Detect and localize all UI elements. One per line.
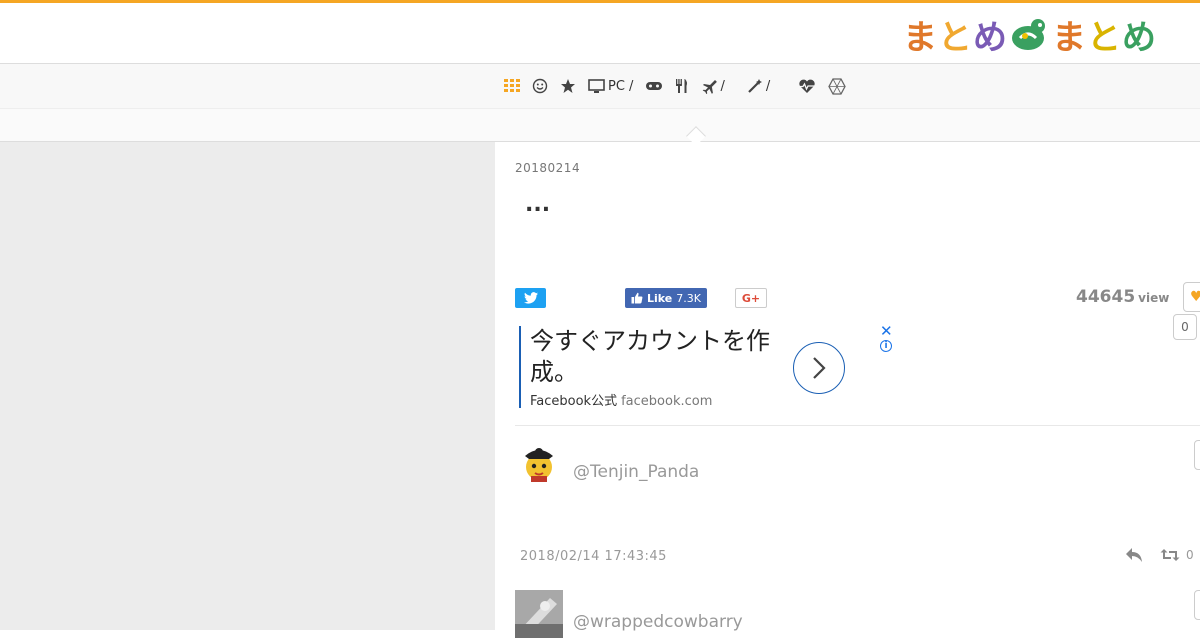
favorite-count: 0 xyxy=(1173,314,1197,340)
tweet-handle[interactable]: @Tenjin_Panda xyxy=(573,462,699,482)
category-nav: PC / / / xyxy=(0,64,1200,108)
category-pc[interactable]: PC / xyxy=(588,79,633,94)
left-sidebar xyxy=(0,142,495,630)
tweet-handle[interactable]: @wrappedcowbarry xyxy=(573,612,743,632)
category-other[interactable] xyxy=(828,77,846,95)
heart-icon: ♥ xyxy=(1190,289,1200,305)
article-title: ... xyxy=(525,192,551,217)
facebook-like-label: Like xyxy=(647,291,673,305)
facebook-like-button[interactable]: Like 7.3K xyxy=(625,288,707,308)
view-label: view xyxy=(1138,291,1170,305)
airplane-icon xyxy=(703,80,718,94)
logo-char: ま xyxy=(903,17,938,58)
ad-close-icon[interactable]: ✕ xyxy=(880,322,893,340)
logo-char: め xyxy=(1122,17,1157,58)
google-plus-label: G+ xyxy=(741,291,761,305)
mascot-icon xyxy=(1012,19,1045,50)
thumbs-up-icon xyxy=(631,292,643,304)
twitter-share-button[interactable] xyxy=(515,288,546,308)
retweet-icon xyxy=(1160,549,1180,561)
smiley-icon xyxy=(532,78,548,94)
facebook-ad[interactable]: 今すぐアカウントを作成。 Facebook公式 facebook.com xyxy=(519,326,899,409)
monitor-icon xyxy=(588,78,605,93)
logo-char: め xyxy=(973,17,1008,58)
fork-knife-icon xyxy=(676,79,688,93)
gamepad-icon xyxy=(646,82,663,90)
avatar[interactable] xyxy=(517,442,561,486)
hexagon-icon xyxy=(828,77,846,95)
twitter-icon xyxy=(523,292,538,304)
logo-char: ま xyxy=(1052,17,1087,58)
ad-arrow-button[interactable] xyxy=(793,342,845,394)
ad-source-name: Facebook公式 xyxy=(530,394,618,409)
category-label: PC / xyxy=(608,78,634,94)
ad-domain: facebook.com xyxy=(621,394,713,409)
category-life[interactable]: / xyxy=(747,78,770,94)
grid-icon xyxy=(504,79,520,92)
follow-button[interactable] xyxy=(1194,590,1200,620)
ad-source: Facebook公式 facebook.com xyxy=(530,390,899,409)
facebook-like-count: 7.3K xyxy=(676,291,701,305)
favorite-button[interactable]: ♥ xyxy=(1183,282,1200,312)
follow-button[interactable] xyxy=(1194,440,1200,470)
category-label: / xyxy=(720,78,725,94)
site-logo[interactable]: ま と め ま と め xyxy=(903,11,1157,58)
ad-headline: 今すぐアカウントを作成。 xyxy=(530,327,770,386)
category-label: / xyxy=(765,78,771,94)
view-count: 44645 xyxy=(1076,287,1136,307)
category-popular[interactable] xyxy=(560,78,576,94)
category-games[interactable] xyxy=(645,80,663,92)
sub-nav xyxy=(0,108,1200,142)
category-travel[interactable]: / xyxy=(701,78,725,94)
avatar[interactable] xyxy=(515,590,563,638)
tweet-date: 2018/02/14 17:43:45 xyxy=(520,549,667,564)
category-all[interactable] xyxy=(504,79,520,93)
retweet-count: 0 xyxy=(1186,548,1194,562)
article-content: 20180214 ... Like 7.3K G+ 44645 view ♥ 0 … xyxy=(495,142,1200,638)
chevron-right-icon xyxy=(813,357,826,379)
reply-icon[interactable] xyxy=(1125,547,1143,563)
avatar-image xyxy=(515,590,563,638)
heartbeat-icon xyxy=(799,79,816,93)
logo-char: と xyxy=(1087,17,1122,58)
magic-wand-icon xyxy=(748,79,762,93)
logo-char: と xyxy=(938,17,973,58)
category-entertainment[interactable] xyxy=(532,78,548,94)
category-food[interactable] xyxy=(675,78,689,94)
category-health[interactable] xyxy=(798,79,816,94)
ad-info-icon[interactable]: i xyxy=(880,340,892,352)
star-icon xyxy=(561,79,575,93)
retweet-button[interactable]: 0 xyxy=(1160,548,1194,562)
site-header: ま と め ま と め xyxy=(0,0,1200,64)
divider xyxy=(515,425,1200,426)
article-date: 20180214 xyxy=(515,161,581,175)
google-plus-button[interactable]: G+ xyxy=(735,288,767,308)
view-counter: 44645 view xyxy=(1076,287,1169,307)
